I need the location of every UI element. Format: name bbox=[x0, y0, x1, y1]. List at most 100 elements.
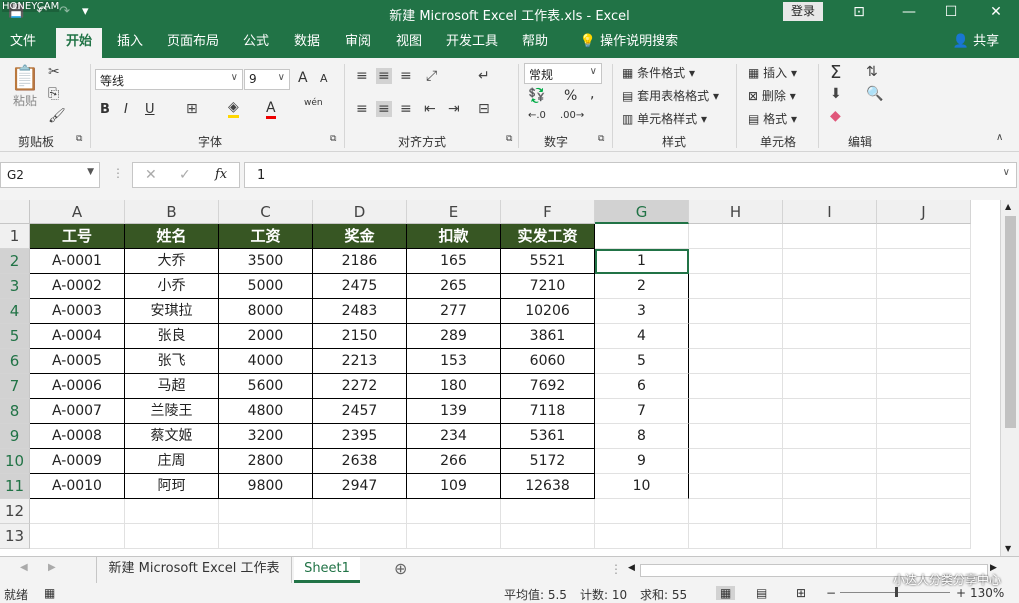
collapse-ribbon-icon[interactable]: ∧ bbox=[996, 132, 1003, 143]
grid-cell[interactable] bbox=[877, 399, 971, 424]
table-cell[interactable]: 165 bbox=[407, 249, 501, 274]
table-cell[interactable]: 2000 bbox=[219, 324, 313, 349]
table-cell[interactable]: 9800 bbox=[219, 474, 313, 499]
grid-cell[interactable] bbox=[877, 474, 971, 499]
grid-cell[interactable] bbox=[877, 224, 971, 249]
grid-cell[interactable] bbox=[689, 324, 783, 349]
scrollbar-thumb[interactable] bbox=[1005, 216, 1016, 428]
borders-icon[interactable]: ⊞ bbox=[186, 101, 198, 117]
grid-cell[interactable] bbox=[783, 299, 877, 324]
table-cell[interactable]: 7118 bbox=[501, 399, 595, 424]
name-box[interactable]: G2 ▼ bbox=[0, 162, 100, 188]
underline-button[interactable]: U bbox=[145, 102, 155, 117]
table-cell[interactable]: A-0010 bbox=[30, 474, 125, 499]
decrease-indent-icon[interactable]: ⇤ bbox=[424, 101, 436, 117]
zoom-level[interactable]: 130% bbox=[970, 586, 1004, 600]
format-cells-button[interactable]: ▤ 格式 ▾ bbox=[748, 110, 797, 127]
table-cell[interactable]: 5172 bbox=[501, 449, 595, 474]
column-header-i[interactable]: I bbox=[783, 200, 877, 224]
table-cell[interactable]: 3500 bbox=[219, 249, 313, 274]
tab-review[interactable]: 审阅 bbox=[336, 28, 380, 58]
table-cell[interactable]: 安琪拉 bbox=[125, 299, 219, 324]
column-header-a[interactable]: A bbox=[30, 200, 125, 224]
table-cell[interactable]: 265 bbox=[407, 274, 501, 299]
grid-cell[interactable] bbox=[877, 374, 971, 399]
table-header-cell[interactable]: 实发工资 bbox=[501, 224, 595, 249]
table-cell[interactable]: 马超 bbox=[125, 374, 219, 399]
table-cell[interactable]: 3200 bbox=[219, 424, 313, 449]
table-cell[interactable]: 张良 bbox=[125, 324, 219, 349]
table-cell[interactable]: 277 bbox=[407, 299, 501, 324]
grid-cell[interactable] bbox=[877, 299, 971, 324]
currency-icon[interactable]: 💱 bbox=[528, 88, 545, 104]
table-cell[interactable]: 2150 bbox=[313, 324, 407, 349]
g-column-cell[interactable]: 7 bbox=[595, 399, 689, 424]
font-launcher-icon[interactable]: ⧉ bbox=[330, 134, 336, 144]
share-button[interactable]: 👤 共享 bbox=[950, 28, 1002, 58]
align-bottom-icon[interactable]: ≡ bbox=[400, 68, 412, 84]
tab-page-layout[interactable]: 页面布局 bbox=[160, 28, 226, 58]
grid-cell[interactable] bbox=[877, 449, 971, 474]
grid-cell[interactable] bbox=[783, 499, 877, 524]
column-header-e[interactable]: E bbox=[407, 200, 501, 224]
row-header-11[interactable]: 11 bbox=[0, 474, 30, 499]
drag-handle-icon[interactable]: ⋮ bbox=[112, 166, 124, 180]
row-header-7[interactable]: 7 bbox=[0, 374, 30, 399]
formula-input[interactable]: 1 ∨ bbox=[244, 162, 1017, 188]
g-column-cell[interactable]: 2 bbox=[595, 274, 689, 299]
column-header-b[interactable]: B bbox=[125, 200, 219, 224]
italic-button[interactable]: I bbox=[124, 102, 128, 117]
g-column-cell[interactable]: 8 bbox=[595, 424, 689, 449]
bold-button[interactable]: B bbox=[100, 102, 110, 117]
tab-insert[interactable]: 插入 bbox=[108, 28, 152, 58]
table-cell[interactable]: A-0008 bbox=[30, 424, 125, 449]
ribbon-display-icon[interactable]: ⊡ bbox=[845, 2, 873, 22]
tell-me-search[interactable]: 💡 操作说明搜索 bbox=[574, 28, 684, 58]
clipboard-launcher-icon[interactable]: ⧉ bbox=[76, 134, 82, 144]
grid-cell[interactable] bbox=[877, 424, 971, 449]
grid-cell[interactable] bbox=[689, 474, 783, 499]
grid-cell[interactable] bbox=[783, 224, 877, 249]
font-color-button[interactable]: A bbox=[266, 100, 276, 119]
grid-cell[interactable] bbox=[689, 224, 783, 249]
row-header-8[interactable]: 8 bbox=[0, 399, 30, 424]
find-select-icon[interactable]: 🔍 bbox=[866, 86, 883, 102]
g-column-cell[interactable]: 3 bbox=[595, 299, 689, 324]
table-cell[interactable]: 5521 bbox=[501, 249, 595, 274]
comma-button[interactable]: , bbox=[590, 86, 594, 102]
table-cell[interactable]: 2457 bbox=[313, 399, 407, 424]
grid-cell[interactable] bbox=[689, 424, 783, 449]
table-cell[interactable]: 2483 bbox=[313, 299, 407, 324]
table-cell[interactable]: 7692 bbox=[501, 374, 595, 399]
table-cell[interactable]: 5361 bbox=[501, 424, 595, 449]
grid-cell[interactable] bbox=[407, 524, 501, 549]
autosum-button[interactable]: Σ bbox=[830, 62, 841, 83]
table-cell[interactable]: 2800 bbox=[219, 449, 313, 474]
g-column-cell[interactable]: 10 bbox=[595, 474, 689, 499]
increase-indent-icon[interactable]: ⇥ bbox=[448, 101, 460, 117]
delete-cells-button[interactable]: ⊠ 删除 ▾ bbox=[748, 87, 796, 104]
zoom-in-button[interactable]: + bbox=[956, 586, 966, 600]
font-name-select[interactable]: 等线 ∨ bbox=[95, 69, 243, 90]
page-break-view-icon[interactable]: ⊞ bbox=[796, 586, 806, 600]
align-left-icon[interactable]: ≡ bbox=[356, 101, 368, 117]
format-painter-icon[interactable]: 🖌 bbox=[48, 108, 66, 124]
grid-cell[interactable] bbox=[595, 499, 689, 524]
grid-cell[interactable] bbox=[783, 249, 877, 274]
add-sheet-button[interactable]: ⊕ bbox=[394, 559, 407, 578]
number-format-select[interactable]: 常规 ∨ bbox=[524, 63, 602, 84]
row-header-1[interactable]: 1 bbox=[0, 224, 30, 249]
table-cell[interactable]: 234 bbox=[407, 424, 501, 449]
table-cell[interactable]: 5000 bbox=[219, 274, 313, 299]
macro-record-icon[interactable]: ▦ bbox=[44, 586, 55, 600]
grid-cell[interactable] bbox=[877, 524, 971, 549]
column-header-h[interactable]: H bbox=[689, 200, 783, 224]
table-cell[interactable]: 大乔 bbox=[125, 249, 219, 274]
table-cell[interactable]: A-0005 bbox=[30, 349, 125, 374]
g-column-cell[interactable]: 1 bbox=[595, 249, 689, 274]
tab-data[interactable]: 数据 bbox=[285, 28, 329, 58]
table-cell[interactable]: 109 bbox=[407, 474, 501, 499]
tab-view[interactable]: 视图 bbox=[387, 28, 431, 58]
table-cell[interactable]: 张飞 bbox=[125, 349, 219, 374]
table-cell[interactable]: 2395 bbox=[313, 424, 407, 449]
